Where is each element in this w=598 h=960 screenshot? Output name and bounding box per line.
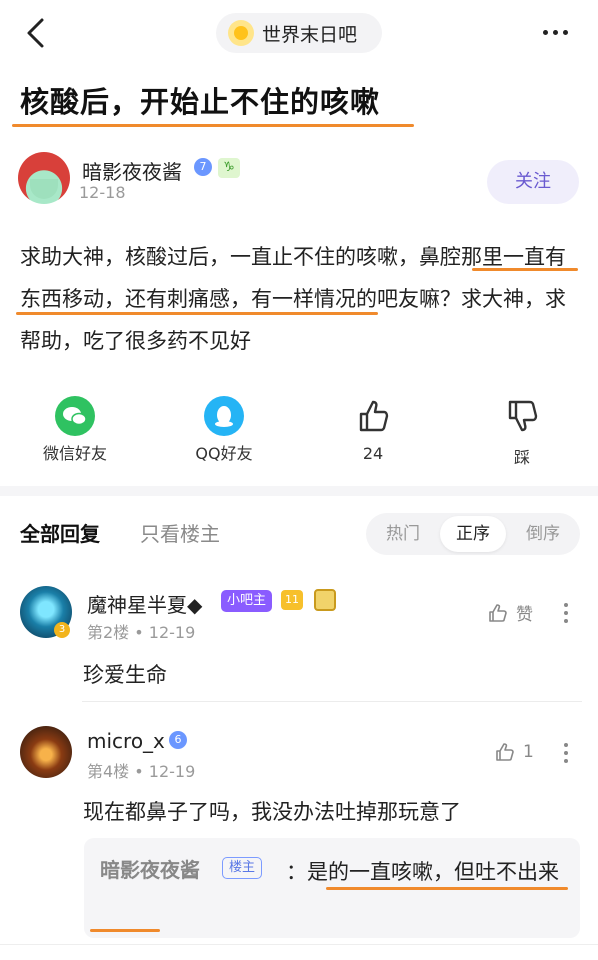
share-wechat-button[interactable]: 微信好友 (20, 396, 130, 464)
sort-asc[interactable]: 正序 (440, 516, 506, 552)
reply-author-name[interactable]: 魔神星半夏◆ (87, 589, 202, 618)
more-options-icon[interactable] (543, 30, 568, 35)
follow-button[interactable]: 关注 (487, 160, 579, 204)
thumbs-up-icon (359, 400, 389, 432)
like-count: 24 (362, 444, 384, 463)
reply-divider (82, 701, 582, 702)
post-title: 核酸后，开始止不住的咳嗽 (20, 85, 381, 119)
reply-like-button[interactable]: 赞 (486, 600, 533, 625)
reply-avatar[interactable] (20, 726, 72, 778)
wechat-icon (55, 396, 95, 436)
author-name[interactable]: 暗影夜夜酱 (82, 156, 182, 185)
reply-content: 现在都鼻子了吗，我没办法吐掉那玩意了 (83, 800, 461, 824)
thumbs-down-icon (508, 400, 538, 432)
sub-reply-underline-2 (90, 929, 160, 932)
bottom-bar (0, 944, 598, 960)
post-body: 求助大神，核酸过后，一直止不住的咳嗽，鼻腔那里一直有东西移动，还有刺痛感，有一样… (20, 245, 566, 353)
qq-icon (204, 396, 244, 436)
reply-like-count: 1 (523, 742, 534, 762)
share-qq-button[interactable]: QQ好友 (169, 396, 279, 464)
author-avatar[interactable] (18, 152, 70, 204)
wechat-label: 微信好友 (42, 444, 107, 463)
dislike-label: 踩 (513, 448, 530, 467)
verified-badge-icon: 7 (194, 158, 212, 176)
sort-hot[interactable]: 热门 (370, 513, 436, 555)
section-divider (0, 486, 598, 496)
sun-icon (228, 20, 254, 46)
body-underline-1 (472, 268, 578, 271)
tab-owner-only[interactable]: 只看楼主 (140, 518, 220, 547)
body-underline-2 (16, 312, 378, 315)
sub-reply-underline-1 (326, 887, 568, 890)
reply-like-label: 赞 (516, 605, 533, 625)
back-arrow-icon[interactable] (20, 16, 52, 50)
thumbs-up-icon (496, 743, 514, 761)
reply-floor-date: 第2楼 • 12-19 (87, 623, 196, 642)
level-badge-icon: 11 (281, 590, 303, 610)
qq-label: QQ好友 (195, 444, 253, 463)
forum-pill[interactable]: 世界末日吧 (216, 13, 382, 53)
dislike-button[interactable]: 踩 (467, 396, 577, 468)
reply-more-icon[interactable] (564, 603, 568, 623)
sort-desc[interactable]: 倒序 (510, 513, 576, 555)
sub-reply-text: ：是的一直咳嗽，但吐不出来 (286, 860, 559, 884)
avatar-level-badge: 3 (54, 622, 70, 638)
zodiac-badge-icon: ♑ (218, 158, 240, 178)
post-date: 12-18 (79, 183, 126, 202)
reply-more-icon[interactable] (564, 743, 568, 763)
reply-content: 珍爱生命 (83, 663, 167, 687)
top-bar: 世界末日吧 (0, 0, 598, 66)
sort-toggle: 热门 正序 倒序 (366, 513, 580, 555)
reply-floor-date: 第4楼 • 12-19 (87, 762, 196, 781)
medal-icon (314, 589, 336, 611)
thumbs-up-icon (489, 603, 507, 622)
reply-author-name[interactable]: micro_x (87, 729, 165, 753)
verified-badge-icon: 6 (169, 731, 187, 749)
title-underline (12, 124, 414, 127)
like-button[interactable]: 24 (318, 396, 428, 463)
tab-all-replies[interactable]: 全部回复 (20, 518, 100, 547)
moderator-tag: 小吧主 (221, 590, 273, 612)
reply-like-button[interactable]: 1 (493, 740, 534, 764)
forum-name: 世界末日吧 (262, 23, 358, 46)
